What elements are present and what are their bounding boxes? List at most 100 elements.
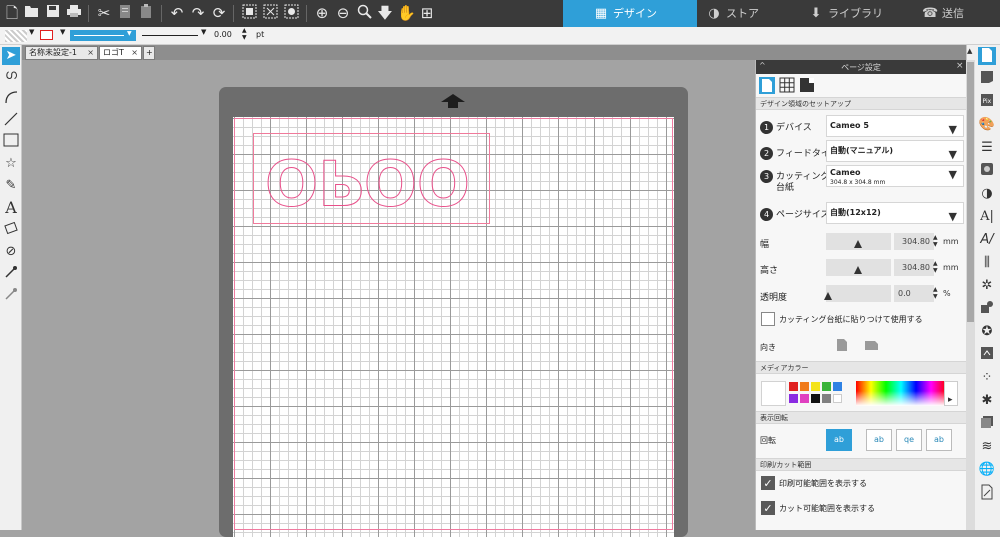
- color-swatch[interactable]: [800, 382, 809, 391]
- rotate-90-button[interactable]: ab: [866, 429, 892, 451]
- feed-type-select[interactable]: 自動(マニュアル) ▼: [826, 140, 964, 162]
- color-swatch[interactable]: [833, 394, 842, 403]
- chevron-down-icon[interactable]: ▼: [29, 28, 34, 36]
- line-width-input[interactable]: 0.00: [214, 30, 232, 39]
- color-spectrum-picker[interactable]: [856, 381, 946, 406]
- open-folder-icon[interactable]: [23, 4, 41, 22]
- image-icon[interactable]: [978, 162, 996, 180]
- curve-pen-icon[interactable]: [2, 89, 20, 107]
- opacity-stepper[interactable]: ▲ ▼: [933, 286, 941, 300]
- opacity-slider[interactable]: [824, 285, 891, 302]
- page-settings-icon[interactable]: [978, 47, 996, 65]
- redo-icon[interactable]: ↷: [189, 4, 207, 22]
- tab-design[interactable]: ▦ デザイン: [563, 0, 697, 27]
- color-swatch[interactable]: [789, 394, 798, 403]
- width-stepper[interactable]: ▲ ▼: [933, 234, 941, 248]
- close-icon[interactable]: ×: [87, 47, 94, 59]
- undo-icon[interactable]: ↶: [168, 4, 186, 22]
- line-width-stepper[interactable]: ▲ ▼: [242, 27, 247, 41]
- page-tab-icon[interactable]: [759, 77, 775, 94]
- height-slider[interactable]: [826, 259, 891, 276]
- landscape-icon[interactable]: [864, 340, 879, 354]
- line-style-dropdown[interactable]: ▼: [70, 30, 136, 41]
- rotate-180-button[interactable]: qe: [896, 429, 922, 451]
- rectangle-icon[interactable]: [2, 133, 20, 151]
- color-swatch[interactable]: [800, 394, 809, 403]
- offset-icon[interactable]: ✱: [978, 392, 996, 410]
- tab-library[interactable]: ⬇ ライブラリ: [808, 0, 908, 27]
- select-all-icon[interactable]: [240, 4, 258, 22]
- rotate-0-button[interactable]: ab: [826, 429, 852, 451]
- page-size-select[interactable]: 自動(12x12) ▼: [826, 202, 964, 224]
- color-dropdown[interactable]: ▸: [944, 381, 958, 406]
- pan-hand-icon[interactable]: ✋: [397, 4, 416, 22]
- height-input[interactable]: 304.80: [894, 259, 934, 276]
- deselect-icon[interactable]: [261, 4, 279, 22]
- opacity-input[interactable]: 0.0: [894, 285, 934, 302]
- fit-to-page-icon[interactable]: 🡇: [376, 4, 394, 22]
- width-input[interactable]: 304.80: [894, 233, 934, 250]
- palette-icon[interactable]: 🎨: [978, 116, 996, 134]
- print-icon[interactable]: [65, 4, 83, 22]
- cut-area-checkbox[interactable]: ✓: [761, 501, 775, 515]
- add-page-icon[interactable]: ⊞: [418, 4, 436, 22]
- text-tool-icon[interactable]: A: [2, 199, 20, 217]
- text-style-icon[interactable]: A|: [978, 208, 996, 226]
- replicate-icon[interactable]: ✲: [978, 277, 996, 295]
- slider-knob[interactable]: [824, 292, 832, 300]
- tab-send[interactable]: ☎ 送信: [922, 0, 1000, 27]
- portrait-icon[interactable]: [836, 338, 848, 355]
- library-stack-icon[interactable]: [978, 415, 996, 433]
- mat-paste-checkbox[interactable]: [761, 312, 775, 326]
- dots-pattern-icon[interactable]: ⁘: [978, 369, 996, 387]
- line-style-icon[interactable]: ☰: [978, 139, 996, 157]
- select-by-color-icon[interactable]: [282, 4, 300, 22]
- chevron-down-icon[interactable]: ▼: [201, 28, 206, 36]
- eyedropper-icon[interactable]: [2, 265, 20, 283]
- fill-pattern-swatch[interactable]: [5, 30, 27, 42]
- save-icon[interactable]: [44, 4, 62, 22]
- lasso-icon[interactable]: ഗ: [2, 67, 20, 85]
- close-icon[interactable]: ×: [956, 61, 964, 71]
- select-arrow-icon[interactable]: ➤: [2, 47, 20, 65]
- shadow-icon[interactable]: [978, 70, 996, 88]
- rotate-270-button[interactable]: ab: [926, 429, 952, 451]
- color-swatch[interactable]: [822, 382, 831, 391]
- align-icon[interactable]: ⫼: [978, 254, 996, 272]
- star-badge-icon[interactable]: ✪: [978, 323, 996, 341]
- pencil-icon[interactable]: ✎: [2, 177, 20, 195]
- slider-knob[interactable]: [854, 240, 862, 248]
- zoom-selection-icon[interactable]: [355, 4, 373, 22]
- cut-settings-icon[interactable]: [978, 484, 996, 502]
- knife-icon[interactable]: ⊘: [2, 243, 20, 261]
- fill-eyedropper-icon[interactable]: [2, 287, 20, 305]
- eraser-icon[interactable]: [2, 221, 20, 239]
- background-tab-icon[interactable]: [799, 77, 815, 94]
- line-tool-icon[interactable]: [2, 111, 20, 129]
- refresh-icon[interactable]: ⟳: [210, 4, 228, 22]
- copy-icon[interactable]: [116, 4, 134, 22]
- cutting-mat-select[interactable]: Cameo 304.8 x 304.8 mm ▼: [826, 165, 964, 187]
- line-color-swatch[interactable]: [40, 30, 53, 40]
- globe-icon[interactable]: 🌐: [978, 461, 996, 479]
- doc-tab-active[interactable]: ロゴT ×: [99, 46, 142, 60]
- chevron-down-icon[interactable]: ▼: [60, 28, 65, 36]
- paste-icon[interactable]: [137, 4, 155, 22]
- color-swatch[interactable]: [822, 394, 831, 403]
- zoom-in-icon[interactable]: ⊕: [313, 4, 331, 22]
- artwork-text[interactable]: OPOO: [265, 150, 475, 220]
- new-document-icon[interactable]: 🗋: [3, 4, 21, 22]
- pixscan-icon[interactable]: Pix: [978, 93, 996, 111]
- contrast-icon[interactable]: ◑: [978, 185, 996, 203]
- doc-tab[interactable]: 名称未設定-1 ×: [25, 46, 98, 60]
- media-color-preview[interactable]: [761, 381, 786, 406]
- print-area-checkbox[interactable]: ✓: [761, 476, 775, 490]
- text-path-icon[interactable]: A/: [978, 231, 996, 249]
- color-swatch[interactable]: [811, 382, 820, 391]
- color-swatch[interactable]: [833, 382, 842, 391]
- close-icon[interactable]: ×: [131, 47, 138, 59]
- color-swatch[interactable]: [811, 394, 820, 403]
- scrollbar-thumb[interactable]: [967, 62, 974, 322]
- tab-store[interactable]: ◑ ストア: [706, 0, 806, 27]
- scroll-up-icon[interactable]: ▲: [967, 47, 972, 55]
